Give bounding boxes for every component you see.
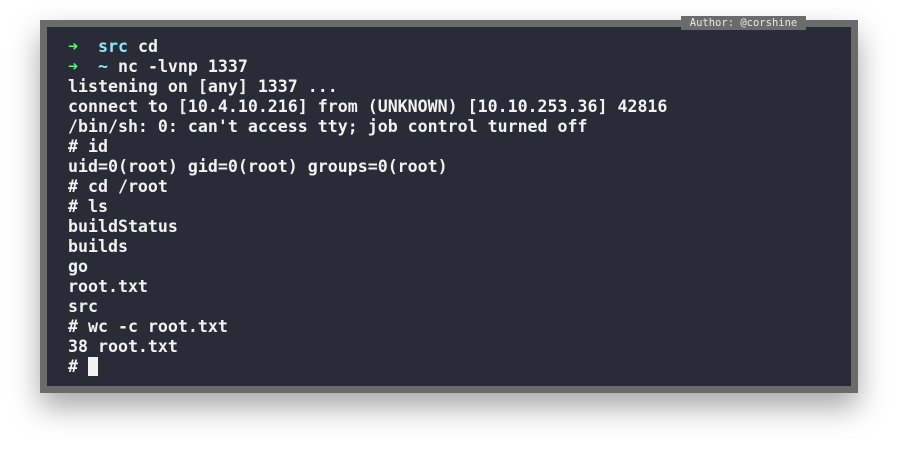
output-line: # id	[68, 137, 108, 156]
terminal-window: ➜ src cd ➜ ~ nc -lvnp 1337 listening on [a…	[40, 20, 858, 393]
prompt-dir: ~	[97, 57, 108, 76]
prompt-line: ➜ src cd	[68, 37, 667, 57]
output-line: # ls	[68, 197, 108, 216]
output-line: uid=0(root) gid=0(root) groups=0(root)	[68, 157, 448, 176]
output-line: go	[68, 257, 88, 276]
output-line: 38 root.txt	[68, 337, 178, 356]
output-line: buildStatus	[68, 217, 178, 236]
prompt-arrow-icon: ➜	[68, 57, 78, 76]
command: cd	[137, 37, 158, 56]
output-line: connect to [10.4.10.216] from (UNKNOWN) …	[68, 97, 668, 116]
command: nc -lvnp 1337	[117, 57, 248, 76]
prompt-arrow-icon: ➜	[68, 37, 78, 56]
terminal-body[interactable]: ➜ src cd ➜ ~ nc -lvnp 1337 listening on [a…	[47, 27, 851, 386]
current-prompt-line[interactable]: #	[68, 357, 667, 377]
shell-prompt: #	[68, 357, 88, 376]
output-line: builds	[68, 237, 128, 256]
output-line: # wc -c root.txt	[68, 317, 228, 336]
terminal-output: ➜ src cd ➜ ~ nc -lvnp 1337 listening on [a…	[68, 37, 667, 377]
prompt-line: ➜ ~ nc -lvnp 1337	[68, 57, 667, 77]
output-line: root.txt	[68, 277, 148, 296]
prompt-dir: src	[97, 37, 128, 56]
output-line: /bin/sh: 0: can't access tty; job contro…	[68, 117, 588, 136]
cursor	[87, 357, 98, 376]
output-line: # cd /root	[68, 177, 168, 196]
author-label: Author: @corshine	[681, 16, 806, 30]
output-line: listening on [any] 1337 ...	[68, 77, 338, 96]
output-line: src	[68, 297, 98, 316]
